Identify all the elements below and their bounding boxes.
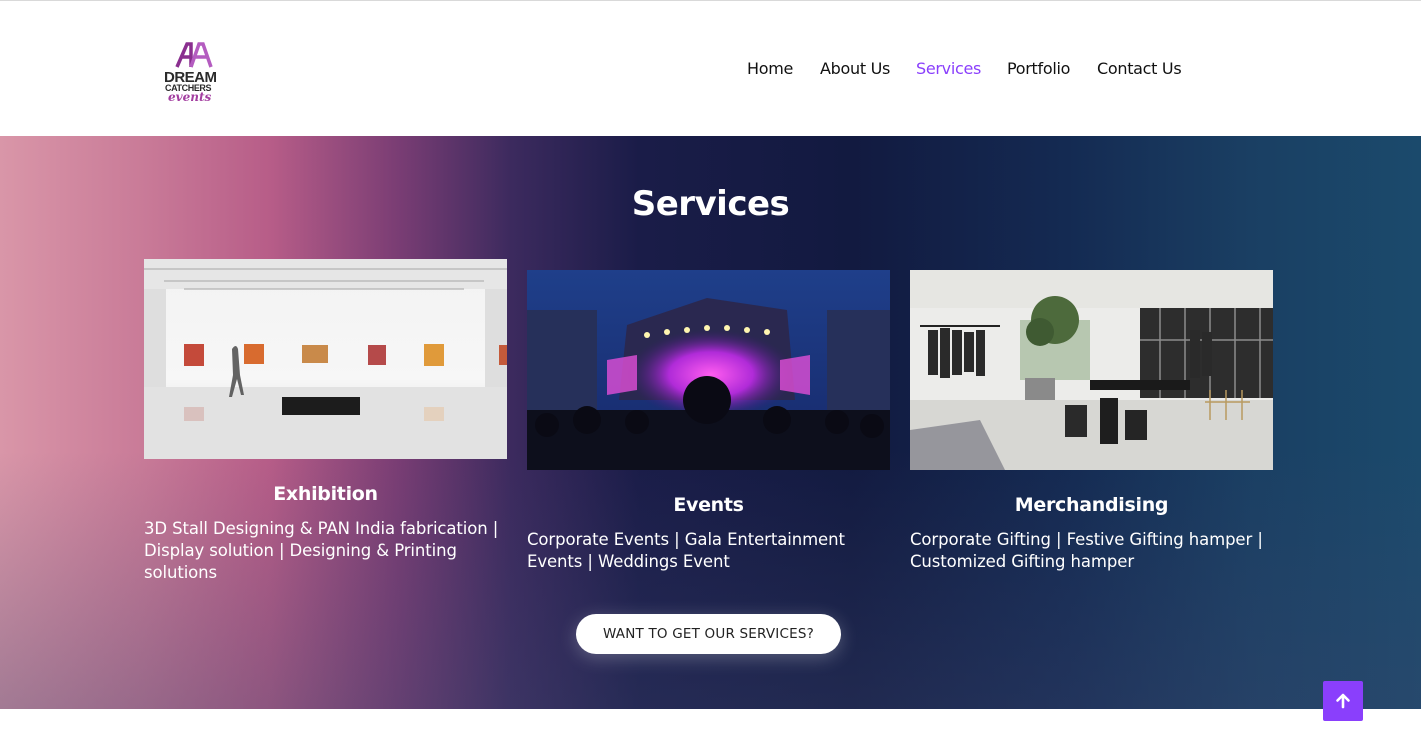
service-card-events: Events Corporate Events | Gala Entertain… [527, 270, 890, 573]
service-card-title: Merchandising [1014, 494, 1169, 516]
scroll-to-top-button[interactable] [1323, 681, 1363, 721]
merchandising-image [910, 270, 1273, 470]
service-card-title: Exhibition [273, 483, 378, 505]
nav-services[interactable]: Services [916, 59, 981, 78]
service-card-title: Events [673, 494, 744, 516]
services-section: Services Exhibition 3D Stall Designing &… [0, 136, 1421, 709]
arrow-up-icon [1336, 693, 1350, 709]
nav-contact-us[interactable]: Contact Us [1097, 59, 1182, 78]
site-header: DREAM CATCHERS events Home About Us Serv… [0, 1, 1421, 136]
logo-text-events: events [168, 90, 212, 104]
service-card-description: Corporate Events | Gala Entertainment Ev… [527, 530, 845, 571]
nav-about-us[interactable]: About Us [820, 59, 890, 78]
logo-mark-icon [175, 42, 213, 68]
brand-logo[interactable]: DREAM CATCHERS events [158, 39, 230, 109]
service-card-description: 3D Stall Designing & PAN India fabricati… [144, 519, 499, 582]
events-image [527, 270, 890, 470]
service-card-merchandising: Merchandising Corporate Gifting | Festiv… [910, 270, 1273, 573]
service-card-exhibition: Exhibition 3D Stall Designing & PAN Indi… [144, 259, 507, 584]
service-card-description: Corporate Gifting | Festive Gifting hamp… [910, 530, 1263, 571]
nav-portfolio[interactable]: Portfolio [1007, 59, 1070, 78]
nav-home[interactable]: Home [747, 59, 793, 78]
services-title: Services [631, 184, 790, 224]
exhibition-image [144, 259, 507, 459]
get-services-button[interactable]: WANT TO GET OUR SERVICES? [576, 614, 841, 654]
